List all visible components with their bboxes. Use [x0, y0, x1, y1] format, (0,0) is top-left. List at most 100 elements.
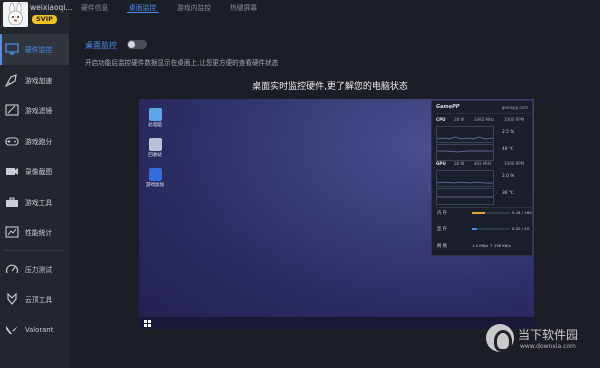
monitor-icon	[5, 43, 19, 55]
cpu-usage: 2.5 %	[502, 130, 515, 135]
gpu-power: 28 W	[454, 161, 465, 166]
net-tag: 网 络	[437, 244, 447, 249]
sidebar-item-label: Valorant	[25, 325, 54, 334]
sidebar-item-game-tools[interactable]: 游戏工具	[0, 187, 69, 218]
desktop-icon-this-pc: 此电脑	[144, 108, 166, 128]
sidebar-item-game-benchmark[interactable]: 游戏跑分	[0, 126, 69, 157]
avatar[interactable]	[3, 2, 28, 27]
gpu-usage-line	[436, 181, 493, 184]
computer-icon	[148, 108, 162, 121]
gpu-clock: 492 MHz	[474, 161, 492, 166]
recycle-bin-icon	[148, 138, 162, 151]
sidebar-item-record-screenshot[interactable]: 录像截图	[0, 156, 69, 187]
section-title: 桌面监控	[85, 41, 117, 50]
vram-value: 0.50 / 4G	[512, 226, 530, 231]
taskbar	[139, 317, 534, 329]
desktop-icon-recycle-bin: 回收站	[144, 138, 166, 158]
watermark-url: www.downxia.com	[520, 343, 576, 350]
cpu-power: 28 W	[454, 117, 465, 122]
section-description: 开启功能后监控硬件数据显示在桌面上,让您更方便的查看硬件状态	[85, 59, 279, 67]
gamepad-icon	[5, 137, 19, 146]
gpu-usage-graph	[436, 170, 494, 187]
ram-tag: 内 存	[437, 211, 447, 216]
tab-hardware-info[interactable]: 硬件信息	[81, 2, 108, 12]
gpu-stats: GPU 28 W 492 MHz 1000 RPM	[436, 161, 530, 168]
ram-usage-bar	[472, 212, 510, 214]
desktop-icon-gamepp: 游戏加加	[144, 168, 166, 188]
tab-in-game-monitor[interactable]: 游戏内监控	[177, 2, 211, 12]
cpu-clock: 3492 MHz	[474, 117, 495, 122]
speedometer-icon	[5, 264, 19, 273]
cpu-tag: CPU	[436, 117, 446, 122]
sidebar-item-game-filter[interactable]: 游戏滤镜	[0, 95, 69, 126]
vram-usage-bar	[472, 228, 510, 230]
sidebar-item-label: 录像截图	[25, 168, 53, 177]
chess-icon	[7, 292, 17, 306]
sidebar-item-performance-stats[interactable]: 性能统计	[0, 217, 69, 248]
desktop-icon-label: 此电脑	[148, 123, 162, 128]
camera-icon	[6, 168, 18, 176]
sidebar-item-tft-tools[interactable]: 云顶工具	[0, 284, 69, 315]
valorant-icon	[6, 325, 18, 334]
rocket-icon	[5, 73, 17, 87]
windows-start-icon	[144, 320, 151, 327]
desktop-preview: 此电脑 回收站 游戏加加 GamePP gamepp.com CPU 28 W …	[139, 99, 534, 329]
bunny-avatar-icon	[3, 2, 28, 27]
sidebar-item-label: 游戏工具	[25, 198, 53, 207]
net-value: 1.0 MB/s ↑ 258 KB/s	[472, 243, 511, 248]
desktop-monitor-toggle[interactable]	[127, 40, 147, 49]
cpu-usage-line	[436, 136, 494, 140]
ram-value: 5.46 / 16G	[512, 210, 532, 215]
cpu-usage-graph	[436, 126, 494, 143]
hardware-overlay-panel: GamePP gamepp.com CPU 28 W 3492 MHz 1000…	[431, 100, 533, 256]
cpu-temp-graph	[436, 144, 494, 161]
sidebar-item-label: 云顶工具	[25, 296, 53, 305]
sidebar-item-label: 压力测试	[25, 265, 53, 274]
overlay-divider	[435, 207, 531, 208]
sidebar-item-label: 硬件监控	[25, 46, 53, 55]
gpu-tag: GPU	[436, 161, 446, 166]
site-watermark: 当下软件园 www.downxia.com	[486, 322, 598, 362]
gpu-fan: 1000 RPM	[504, 161, 525, 166]
ram-usage-fill	[472, 212, 485, 214]
gpu-temp-line	[437, 196, 493, 198]
tab-bar: 硬件信息 桌面监控 游戏内监控 热键屏幕	[69, 0, 600, 14]
sidebar-divider	[4, 250, 65, 251]
cpu-header-row: CPU 28 W 3492 MHz 1000 RPM	[436, 117, 530, 124]
sidebar: weixiaoqi... SVIP 硬件监控 游戏加速 游戏滤镜 游戏跑分 录像…	[0, 0, 73, 368]
gamepp-app-icon	[148, 168, 162, 181]
downxia-logo-icon	[486, 324, 514, 352]
toolbox-icon	[6, 197, 18, 207]
filter-icon	[5, 104, 19, 116]
chart-icon	[5, 226, 19, 238]
cpu-temp: 49 ℃	[502, 147, 514, 152]
gamepp-logo: GamePP	[436, 104, 460, 110]
gpu-header-row: GPU 28 W 492 MHz 1000 RPM	[436, 161, 530, 168]
cpu-stats: CPU 28 W 3492 MHz 1000 RPM	[436, 117, 530, 124]
gpu-usage: 2.0 %	[502, 174, 515, 179]
sidebar-item-label: 性能统计	[25, 229, 53, 238]
tab-hotkey-screen[interactable]: 热键屏幕	[230, 2, 257, 12]
sidebar-item-label: 游戏跑分	[25, 137, 53, 146]
sidebar-item-game-boost[interactable]: 游戏加速	[0, 65, 69, 96]
gpu-temp-graph	[436, 188, 494, 205]
vram-usage-fill	[472, 228, 477, 230]
username: weixiaoqi...	[30, 3, 73, 12]
tab-desktop-monitor[interactable]: 桌面监控	[129, 2, 156, 12]
watermark-title: 当下软件园	[518, 328, 579, 342]
desktop-icon-label: 游戏加加	[146, 183, 164, 188]
sidebar-item-label: 游戏加速	[25, 76, 53, 85]
user-profile[interactable]: weixiaoqi... SVIP	[0, 0, 73, 32]
sidebar-nav: 硬件监控 游戏加速 游戏滤镜 游戏跑分 录像截图 游戏工具 性能统计 压力测试 …	[0, 34, 69, 345]
overlay-url: gamepp.com	[501, 105, 528, 110]
sidebar-item-label: 游戏滤镜	[25, 107, 53, 116]
vram-tag: 显 存	[437, 227, 447, 232]
cpu-temp-line	[437, 150, 493, 153]
sidebar-item-valorant[interactable]: Valorant	[0, 315, 69, 346]
sidebar-item-stress-test[interactable]: 压力测试	[0, 254, 69, 285]
cpu-fan: 1000 RPM	[504, 117, 525, 122]
desktop-icon-label: 回收站	[148, 153, 162, 158]
sidebar-item-hardware-monitor[interactable]: 硬件监控	[0, 34, 69, 65]
gpu-temp: 36 ℃	[502, 191, 514, 196]
svip-badge: SVIP	[32, 15, 57, 24]
